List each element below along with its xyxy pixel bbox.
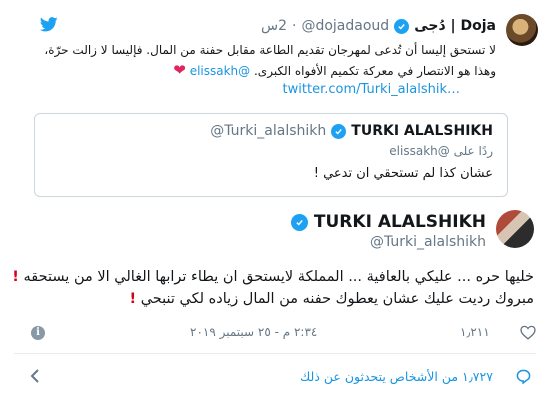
reply-header: Doja | دُجى @dojadaoud · 2س — [261, 16, 496, 36]
reply-tweet: Doja | دُجى @dojadaoud · 2س لا تستحق إلي… — [0, 0, 550, 212]
chevron-left-icon[interactable] — [28, 368, 42, 384]
verified-badge-icon — [331, 123, 347, 139]
avatar[interactable] — [496, 210, 534, 248]
reply-text: لا تستحق إليسا أن تُدعى لمهرجان تقديم ال… — [44, 40, 496, 81]
divider — [14, 353, 536, 354]
reply-text-line: لا تستحق إليسا أن تُدعى لمهرجان تقديم ال… — [44, 43, 496, 57]
reply-to-label: ردًا على — [453, 144, 493, 158]
quoted-tweet-card[interactable]: TURKI ALALSHIKH @Turki_alalshikh ردًا عل… — [34, 113, 508, 197]
exclamation-mark: ! — [12, 269, 19, 285]
reply-time[interactable]: 2س — [261, 18, 287, 34]
reply-author-name[interactable]: Doja | دُجى — [414, 18, 496, 34]
chat-bubble-icon[interactable] — [516, 369, 531, 384]
reply-handle[interactable]: @dojadaoud — [301, 18, 389, 34]
tweet-timestamp[interactable]: ٢:٣٤ م - ٢٥ سبتمبر ٢٠١٩ — [190, 325, 317, 339]
exclamation-mark: ! — [129, 291, 137, 307]
external-link[interactable]: twitter.com/Turki_alalshik… — [283, 82, 460, 97]
like-count[interactable]: ١٫٢١١ — [460, 325, 490, 339]
heart-icon[interactable] — [520, 325, 536, 340]
tweet-meta-row: i ٢:٣٤ م - ٢٥ سبتمبر ٢٠١٩ ١٫٢١١ — [0, 321, 550, 345]
quote-handle: @Turki_alalshikh — [210, 123, 327, 139]
reply-text-line: وهذا هو الانتصار في معركة تكميم الأفواه … — [56, 60, 496, 81]
reply-separator: · — [292, 18, 297, 34]
mention-link[interactable]: @elissakh — [389, 144, 449, 158]
verified-badge-icon — [290, 213, 308, 231]
mention-link[interactable]: @elissakh — [190, 64, 250, 78]
main-author-name[interactable]: TURKI ALALSHIKH — [314, 212, 486, 232]
info-icon[interactable]: i — [31, 326, 45, 340]
quote-text: عشان كذا لم تستحقي ان تدعي ! — [313, 166, 493, 181]
reply-text-segment: وهذا هو الانتصار في معركة تكميم الأفواه … — [253, 64, 496, 78]
tweet-text-line: خليها حره ... عليكي بالعافية ... المملكة… — [12, 266, 534, 288]
tweet-text-segment: خليها حره ... عليكي بالعافية ... المملكة… — [23, 269, 534, 285]
conversation-link[interactable]: ١٫٧٢٧ من الأشخاص يتحدثون عن ذلك — [300, 369, 493, 384]
main-author: TURKI ALALSHIKH — [290, 212, 486, 232]
twitter-bird-icon[interactable] — [40, 17, 58, 32]
quote-header: TURKI ALALSHIKH @Turki_alalshikh — [210, 123, 493, 139]
main-handle[interactable]: @Turki_alalshikh — [370, 234, 486, 250]
heart-emoji-icon: ❤ — [173, 61, 186, 79]
verified-badge-icon — [394, 18, 410, 34]
conversation-row[interactable]: ١٫٧٢٧ من الأشخاص يتحدثون عن ذلك — [0, 362, 550, 392]
tweet-text-segment: مبروك رديت عليك عشان يعطوك حفنه من المال… — [140, 291, 534, 307]
avatar[interactable] — [506, 14, 538, 46]
tweet-text-line: مبروك رديت عليك عشان يعطوك حفنه من المال… — [34, 288, 534, 310]
quote-reply-to: ردًا على @elissakh — [389, 144, 493, 158]
tweet-text: خليها حره ... عليكي بالعافية ... المملكة… — [12, 266, 534, 310]
quote-author-name: TURKI ALALSHIKH — [351, 123, 493, 139]
